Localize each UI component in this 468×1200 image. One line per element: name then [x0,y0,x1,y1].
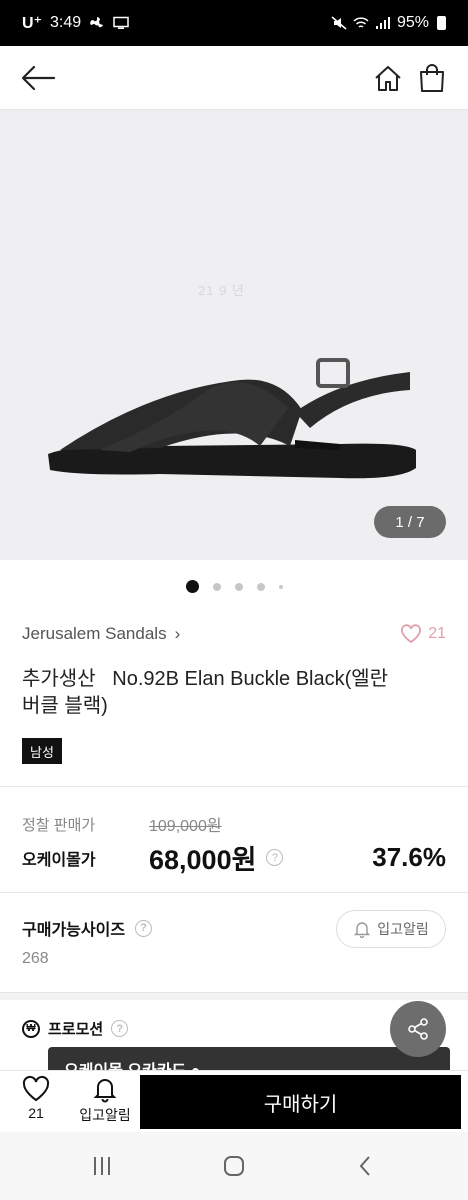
shopping-bag-icon[interactable] [416,62,448,94]
restock-alert-tab[interactable]: 입고알림 [72,1075,138,1125]
wishlist-count: 21 [28,1105,44,1121]
system-navigation-bar [0,1132,468,1200]
chevron-right-icon: › [174,624,181,643]
won-coin-icon: ₩ [22,1019,40,1038]
battery-percent: 95% [396,14,429,31]
restock-alert-button[interactable]: 입고알림 [336,910,446,948]
recent-apps-icon[interactable] [90,1154,114,1178]
product-image[interactable]: 21 9 년 1 / 7 [0,110,468,560]
carousel-dots [0,580,468,593]
mute-icon [331,16,347,30]
question-icon[interactable]: ? [111,1020,129,1037]
question-icon[interactable]: ? [266,849,284,866]
sandal-illustration [48,358,416,479]
back-arrow-icon[interactable] [18,62,58,94]
wishlist-button[interactable]: 21 [14,1075,58,1121]
carousel-dot[interactable] [212,582,221,591]
available-sizes-label: 구매가능사이즈 [22,922,126,939]
like-count: 21 [428,625,446,642]
carousel-dot[interactable] [234,582,243,591]
image-watermark: 21 9 년 [198,283,245,298]
system-back-icon[interactable] [354,1154,378,1178]
battery-icon [437,16,446,30]
carrier-label: U⁺ [22,15,42,32]
ok-price-label: 오케이몰가 [22,851,96,869]
regular-price: 109,000원 [149,818,222,835]
image-counter: 1 / 7 [374,506,446,538]
gender-tag: 남성 [22,738,62,764]
bell-icon [93,1079,117,1103]
promotion-header: ₩ 프로모션 ? [22,1018,129,1039]
ok-price-row: 오케이몰가 68,000원 ? 37.6% [22,838,446,877]
restock-alert-tab-label: 입고알림 [79,1107,131,1123]
home-icon[interactable] [372,63,404,95]
carousel-dot[interactable] [185,580,199,593]
section-separator [0,992,468,1000]
brand-link[interactable]: Jerusalem Sandals [22,624,167,644]
heart-icon [22,1075,50,1102]
like-counter[interactable]: 21 [400,624,446,644]
question-icon[interactable]: ? [135,919,153,937]
clock: 3:49 [50,14,82,31]
fan-icon [90,17,104,28]
wifi-icon [353,17,369,28]
signal-icon [375,17,390,29]
carousel-dot[interactable] [256,582,265,591]
heart-icon [401,624,422,644]
carousel-dot[interactable] [278,584,283,589]
restock-alert-label: 입고알림 [377,921,429,937]
regular-price-label: 정찰 판매가 [22,816,96,834]
discount-rate: 37.6% [372,842,446,872]
top-navigation [0,46,468,110]
size-value: 268 [22,950,49,967]
status-bar: U⁺ 3:49 95% [0,0,468,46]
divider [0,892,468,893]
regular-price-row: 정찰 판매가 109,000원 [22,812,446,836]
ok-price: 68,000원 [149,845,257,875]
share-icon [408,1018,428,1040]
bell-icon [354,922,371,938]
buy-button[interactable]: 구매하기 [140,1075,461,1129]
promotion-title: 프로모션 [48,1021,104,1038]
available-sizes-title: 구매가능사이즈 ? [22,916,153,940]
screen-icon [113,16,129,29]
brand-row: Jerusalem Sandals › 21 [22,624,446,644]
divider [0,786,468,787]
bottom-action-bar: 21 입고알림 구매하기 [0,1070,468,1132]
product-title: 추가생산 No.92B Elan Buckle Black(엘란 버클 블랙) [22,668,389,717]
home-button-icon[interactable] [222,1154,246,1178]
share-button[interactable] [390,1001,446,1057]
